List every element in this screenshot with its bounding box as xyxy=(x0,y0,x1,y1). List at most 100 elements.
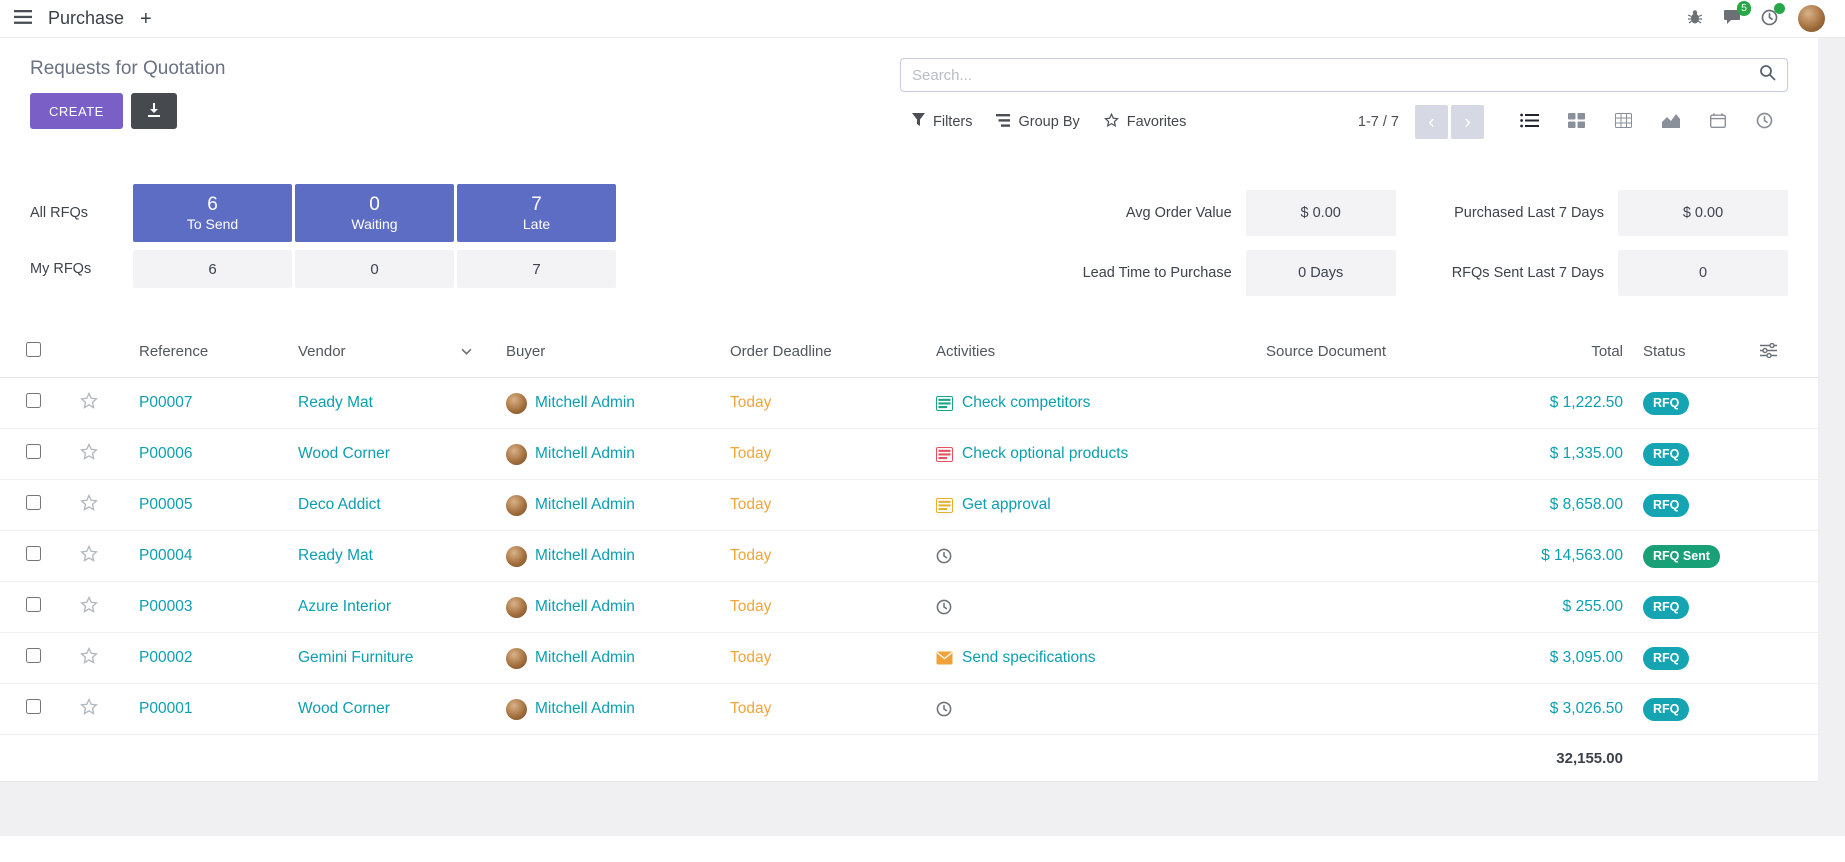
activity-cell[interactable]: Get approval xyxy=(936,496,1266,514)
graph-view-button[interactable] xyxy=(1647,104,1694,140)
status-cell: RFQ Sent xyxy=(1627,545,1777,568)
reference-link[interactable]: P00005 xyxy=(139,496,298,514)
column-header-source-document[interactable]: Source Document xyxy=(1266,343,1496,360)
column-header-status[interactable]: Status xyxy=(1627,343,1777,360)
activities-button[interactable] xyxy=(1761,9,1778,29)
vendor-link[interactable]: Gemini Furniture xyxy=(298,649,506,667)
row-checkbox[interactable] xyxy=(26,546,41,561)
add-tab-button[interactable]: + xyxy=(140,9,152,29)
clock-icon[interactable] xyxy=(936,548,953,564)
table-row[interactable]: P00002 Gemini Furniture Mitchell Admin T… xyxy=(0,633,1818,684)
column-header-order-deadline[interactable]: Order Deadline xyxy=(730,343,936,360)
user-avatar[interactable] xyxy=(1798,5,1825,32)
calendar-view-button[interactable] xyxy=(1694,104,1741,140)
favorite-star-icon[interactable] xyxy=(80,596,98,613)
row-checkbox[interactable] xyxy=(26,699,41,714)
table-row[interactable]: P00003 Azure Interior Mitchell Admin Tod… xyxy=(0,582,1818,633)
clock-icon[interactable] xyxy=(936,701,953,717)
column-header-total[interactable]: Total xyxy=(1496,343,1627,360)
vendor-link[interactable]: Ready Mat xyxy=(298,547,506,565)
activity-cell[interactable] xyxy=(936,599,1266,615)
column-header-buyer[interactable]: Buyer xyxy=(506,343,730,360)
favorite-star-icon[interactable] xyxy=(80,698,98,715)
column-header-activities[interactable]: Activities xyxy=(936,343,1266,360)
reference-link[interactable]: P00002 xyxy=(139,649,298,667)
row-checkbox[interactable] xyxy=(26,495,41,510)
create-button[interactable]: CREATE xyxy=(30,93,123,129)
row-checkbox[interactable] xyxy=(26,393,41,408)
chevron-left-icon: ‹ xyxy=(1428,112,1434,133)
search-input[interactable] xyxy=(912,67,1759,84)
menu-toggle-button[interactable] xyxy=(14,10,32,27)
activity-cell[interactable] xyxy=(936,548,1266,564)
list-view-button[interactable] xyxy=(1506,104,1553,140)
buyer-cell[interactable]: Mitchell Admin xyxy=(506,444,730,465)
activity-cell[interactable]: Check optional products xyxy=(936,445,1266,463)
clock-icon[interactable] xyxy=(936,599,953,615)
optional-columns-button[interactable] xyxy=(1760,343,1777,361)
pivot-view-button[interactable] xyxy=(1600,104,1647,140)
column-header-reference[interactable]: Reference xyxy=(139,343,298,360)
tasks-teal-icon[interactable] xyxy=(936,396,953,411)
tasks-yellow-icon[interactable] xyxy=(936,498,953,513)
my-late-cell[interactable]: 7 xyxy=(457,250,616,288)
order-deadline: Today xyxy=(730,445,936,463)
debug-button[interactable] xyxy=(1687,9,1703,28)
buyer-cell[interactable]: Mitchell Admin xyxy=(506,597,730,618)
vendor-link[interactable]: Deco Addict xyxy=(298,496,506,514)
activity-cell[interactable]: Check competitors xyxy=(936,394,1266,412)
table-row[interactable]: P00006 Wood Corner Mitchell Admin Today … xyxy=(0,429,1818,480)
kanban-view-button[interactable] xyxy=(1553,104,1600,140)
buyer-cell[interactable]: Mitchell Admin xyxy=(506,648,730,669)
bug-icon xyxy=(1687,9,1703,28)
buyer-cell[interactable]: Mitchell Admin xyxy=(506,495,730,516)
export-button[interactable] xyxy=(131,93,177,129)
column-header-vendor[interactable]: Vendor xyxy=(298,343,506,360)
reference-link[interactable]: P00001 xyxy=(139,700,298,718)
activity-cell[interactable]: Send specifications xyxy=(936,649,1266,667)
row-checkbox[interactable] xyxy=(26,597,41,612)
pager-next-button[interactable]: › xyxy=(1451,105,1484,139)
late-card[interactable]: 7 Late xyxy=(457,184,616,242)
activity-view-button[interactable] xyxy=(1741,104,1788,140)
vendor-link[interactable]: Ready Mat xyxy=(298,394,506,412)
search-icon[interactable] xyxy=(1759,64,1776,86)
reference-link[interactable]: P00004 xyxy=(139,547,298,565)
total-amount: $ 255.00 xyxy=(1496,598,1627,616)
to-send-card[interactable]: 6 To Send xyxy=(133,184,292,242)
reference-link[interactable]: P00007 xyxy=(139,394,298,412)
my-to-send-cell[interactable]: 6 xyxy=(133,250,292,288)
buyer-cell[interactable]: Mitchell Admin xyxy=(506,699,730,720)
my-waiting-cell[interactable]: 0 xyxy=(295,250,454,288)
select-all-checkbox[interactable] xyxy=(26,342,41,357)
buyer-cell[interactable]: Mitchell Admin xyxy=(506,546,730,567)
favorite-star-icon[interactable] xyxy=(80,647,98,664)
table-row[interactable]: P00005 Deco Addict Mitchell Admin Today … xyxy=(0,480,1818,531)
activity-cell[interactable] xyxy=(936,701,1266,717)
waiting-card[interactable]: 0 Waiting xyxy=(295,184,454,242)
favorites-button[interactable]: Favorites xyxy=(1092,106,1199,138)
row-checkbox[interactable] xyxy=(26,648,41,663)
favorite-star-icon[interactable] xyxy=(80,443,98,460)
app-name[interactable]: Purchase xyxy=(48,8,124,29)
tasks-red-icon[interactable] xyxy=(936,447,953,462)
envelope-icon[interactable] xyxy=(936,651,953,665)
table-row[interactable]: P00007 Ready Mat Mitchell Admin Today Ch… xyxy=(0,378,1818,429)
messages-button[interactable]: 5 xyxy=(1723,9,1741,28)
row-checkbox[interactable] xyxy=(26,444,41,459)
table-row[interactable]: P00004 Ready Mat Mitchell Admin Today $ … xyxy=(0,531,1818,582)
favorite-star-icon[interactable] xyxy=(80,545,98,562)
buyer-cell[interactable]: Mitchell Admin xyxy=(506,393,730,414)
favorite-star-icon[interactable] xyxy=(80,392,98,409)
pager-previous-button[interactable]: ‹ xyxy=(1415,105,1448,139)
group-by-button[interactable]: Group By xyxy=(984,107,1091,138)
vendor-link[interactable]: Wood Corner xyxy=(298,700,506,718)
reference-link[interactable]: P00003 xyxy=(139,598,298,616)
filters-button[interactable]: Filters xyxy=(900,106,984,138)
vendor-link[interactable]: Azure Interior xyxy=(298,598,506,616)
table-row[interactable]: P00001 Wood Corner Mitchell Admin Today … xyxy=(0,684,1818,735)
favorite-star-icon[interactable] xyxy=(80,494,98,511)
reference-link[interactable]: P00006 xyxy=(139,445,298,463)
group-by-label: Group By xyxy=(1018,114,1079,130)
vendor-link[interactable]: Wood Corner xyxy=(298,445,506,463)
